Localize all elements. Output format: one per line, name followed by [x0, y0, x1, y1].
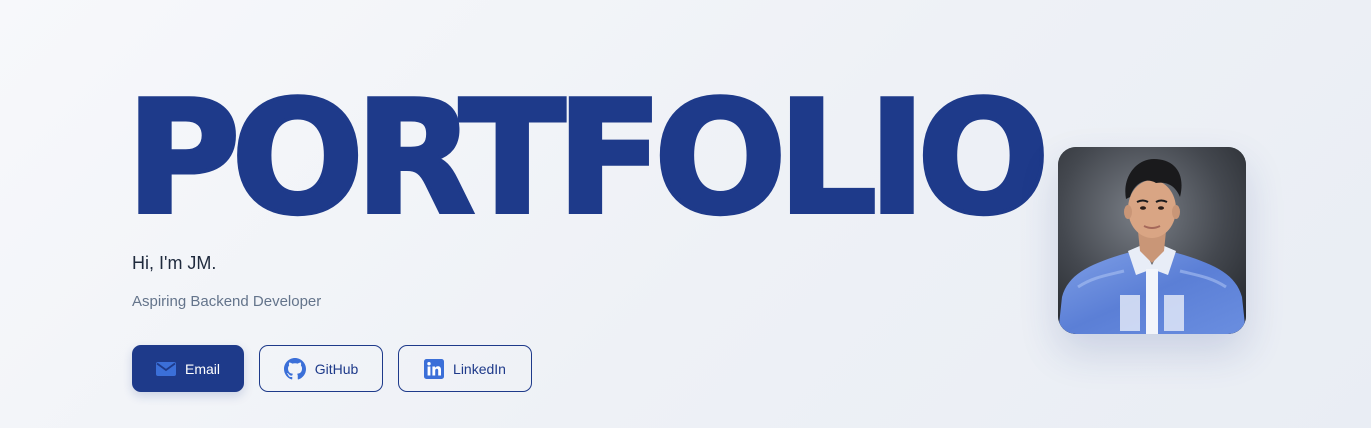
linkedin-button[interactable]: LinkedIn [398, 345, 532, 392]
linkedin-button-label: LinkedIn [453, 360, 506, 377]
github-button[interactable]: GitHub [259, 345, 383, 392]
greeting-text: Hi, I'm JM. [132, 253, 217, 273]
github-icon [283, 357, 306, 380]
github-button-label: GitHub [314, 360, 359, 377]
contact-buttons: Email GitHub LinkedIn [132, 345, 532, 392]
linkedin-icon [424, 358, 445, 379]
profile-photo [1058, 147, 1246, 334]
page-title: PORTFOLIO [124, 67, 1052, 249]
email-button[interactable]: Email [132, 345, 244, 392]
role-subtitle: Aspiring Backend Developer [132, 293, 322, 310]
email-button-label: Email [184, 360, 220, 377]
hero-section: PORTFOLIO Hi, I'm JM. Aspiring Backend D… [0, 0, 1371, 428]
profile-photo-illustration [1058, 147, 1246, 334]
mail-icon [155, 361, 176, 376]
